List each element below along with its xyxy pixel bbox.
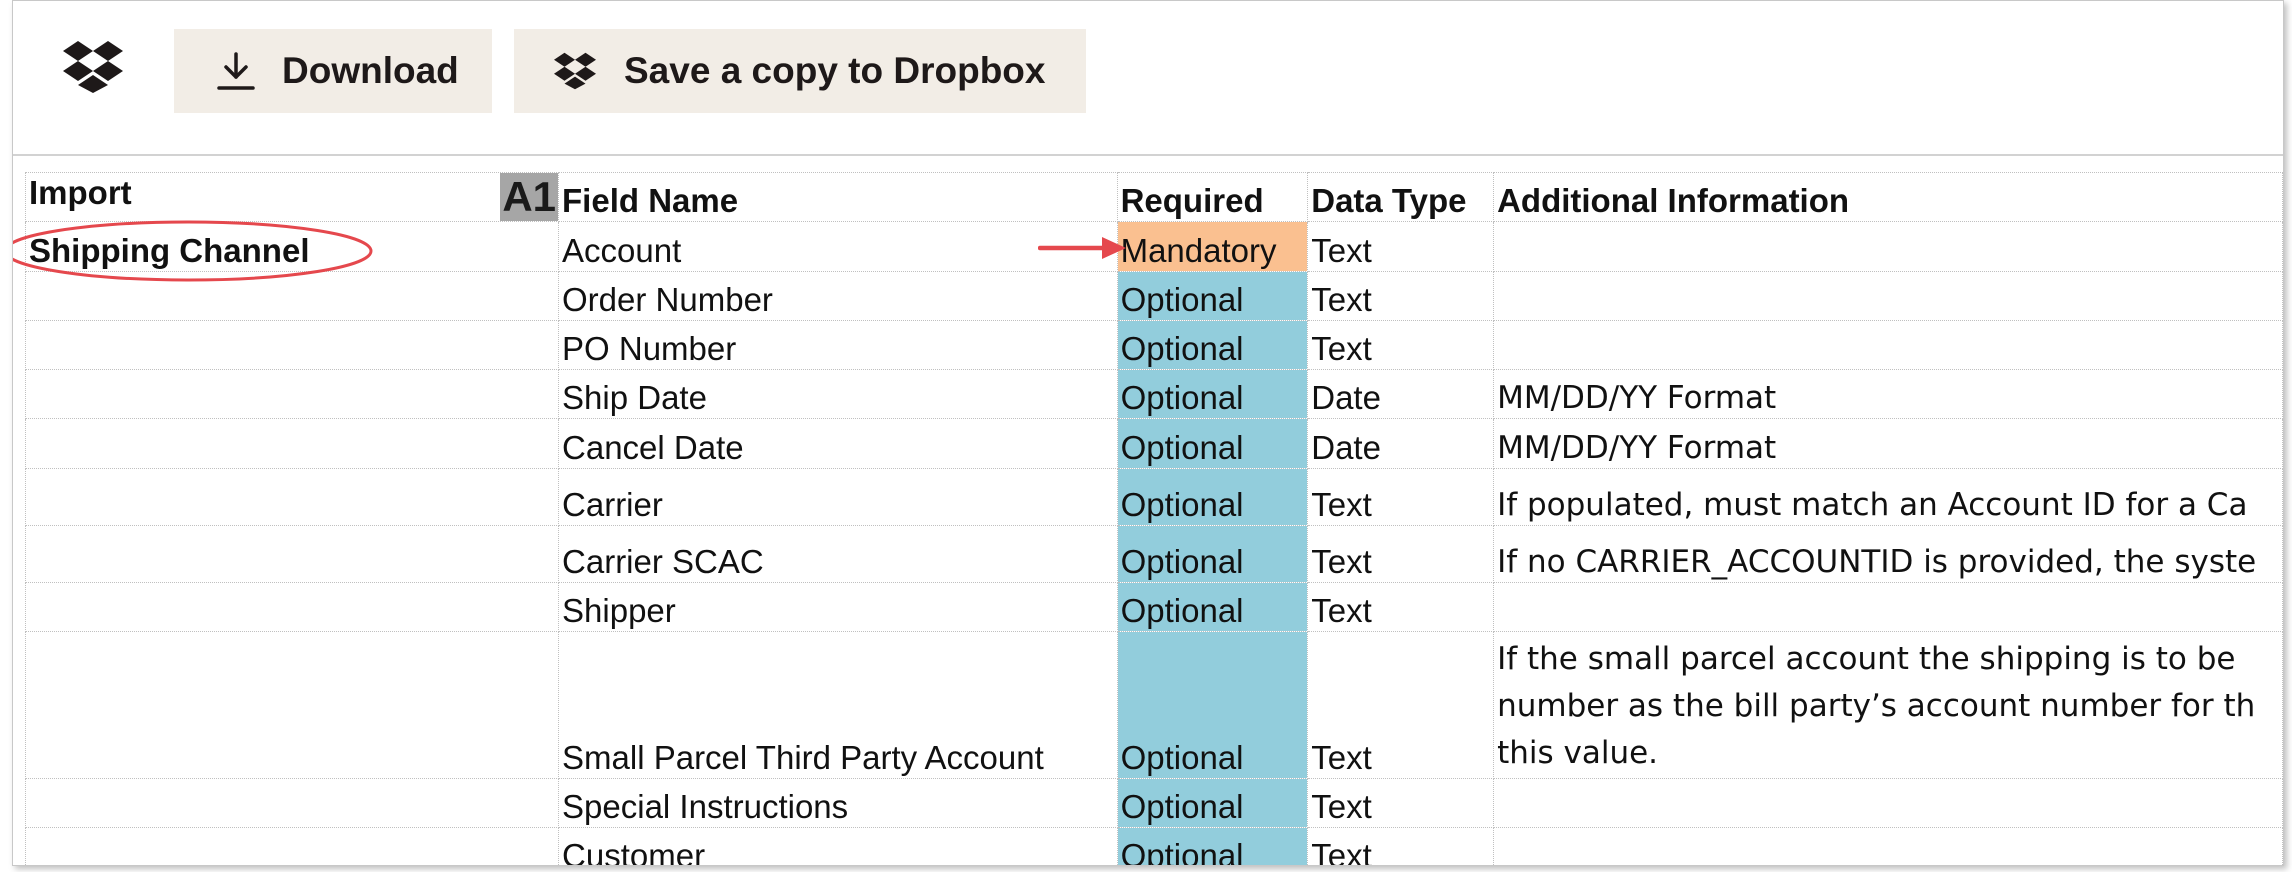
save-to-dropbox-label: Save a copy to Dropbox — [624, 50, 1046, 91]
required-cell[interactable]: Optional — [1116, 827, 1309, 865]
table-row: Customer Optional Text — [24, 827, 2283, 865]
data-type-cell[interactable]: Text — [1307, 778, 1495, 828]
table-row: PO Number Optional Text — [24, 320, 2283, 370]
dropbox-icon — [554, 52, 596, 90]
import-cell[interactable] — [24, 525, 560, 583]
download-button[interactable]: Download — [174, 29, 492, 113]
dropbox-logo-icon[interactable] — [63, 41, 123, 93]
table-row: Small Parcel Third Party Account Optiona… — [24, 631, 2283, 779]
field-name-cell[interactable]: Customer — [558, 827, 1118, 865]
header-required[interactable]: Required — [1116, 172, 1309, 222]
required-cell[interactable]: Mandatory — [1116, 221, 1309, 272]
field-name-cell[interactable]: Small Parcel Third Party Account — [558, 631, 1118, 779]
data-type-cell[interactable]: Text — [1307, 582, 1495, 632]
required-cell[interactable]: Optional — [1116, 525, 1309, 583]
spreadsheet-grid: Import A1 Field Name Required Data Type A… — [24, 172, 2283, 865]
additional-info-cell[interactable]: MM/DD/YY Format — [1493, 418, 2283, 469]
required-cell[interactable]: Optional — [1116, 418, 1309, 469]
data-type-cell[interactable]: Text — [1307, 631, 1495, 779]
data-type-cell[interactable]: Text — [1307, 221, 1495, 272]
data-type-cell[interactable]: Text — [1307, 320, 1495, 370]
additional-info-cell[interactable]: If populated, must match an Account ID f… — [1493, 468, 2283, 526]
import-cell[interactable] — [24, 369, 560, 419]
required-cell[interactable]: Optional — [1116, 631, 1309, 779]
spreadsheet-preview-window: Download Save a copy to Dropbox Import A… — [12, 0, 2284, 866]
additional-info-cell[interactable] — [1493, 271, 2283, 321]
field-name-cell[interactable]: Carrier SCAC — [558, 525, 1118, 583]
data-type-cell[interactable]: Date — [1307, 418, 1495, 469]
additional-info-cell[interactable]: MM/DD/YY Format — [1493, 369, 2283, 419]
import-cell[interactable] — [24, 582, 560, 632]
required-cell[interactable]: Optional — [1116, 778, 1309, 828]
additional-info-cell[interactable] — [1493, 221, 2283, 272]
additional-info-cell[interactable] — [1493, 827, 2283, 865]
required-cell[interactable]: Optional — [1116, 582, 1309, 632]
import-cell[interactable] — [24, 320, 560, 370]
import-cell[interactable] — [24, 468, 560, 526]
required-cell[interactable]: Optional — [1116, 271, 1309, 321]
import-cell[interactable] — [24, 418, 560, 469]
table-row: Carrier Optional Text If populated, must… — [24, 468, 2283, 526]
required-cell[interactable]: Optional — [1116, 320, 1309, 370]
data-type-cell[interactable]: Text — [1307, 525, 1495, 583]
table-row: Order Number Optional Text — [24, 271, 2283, 321]
table-row: Ship Date Optional Date MM/DD/YY Format — [24, 369, 2283, 419]
table-row: Shipping Channel Account Mandatory Text — [24, 221, 2283, 272]
field-name-cell[interactable]: Carrier — [558, 468, 1118, 526]
import-cell[interactable] — [24, 631, 560, 779]
additional-info-cell[interactable]: If no CARRIER_ACCOUNTID is provided, the… — [1493, 525, 2283, 583]
import-value-cell[interactable]: Shipping Channel — [24, 221, 560, 272]
data-type-cell[interactable]: Date — [1307, 369, 1495, 419]
preview-toolbar: Download Save a copy to Dropbox — [13, 1, 2283, 156]
header-data-type[interactable]: Data Type — [1307, 172, 1495, 222]
field-name-cell[interactable]: Cancel Date — [558, 418, 1118, 469]
additional-info-cell[interactable] — [1493, 778, 2283, 828]
data-type-cell[interactable]: Text — [1307, 271, 1495, 321]
header-import: Import — [29, 174, 132, 211]
header-additional-info[interactable]: Additional Information — [1493, 172, 2283, 222]
required-cell[interactable]: Optional — [1116, 468, 1309, 526]
download-label: Download — [282, 50, 459, 91]
field-name-cell[interactable]: Account — [558, 221, 1118, 272]
additional-info-cell[interactable] — [1493, 320, 2283, 370]
table-row: Carrier SCAC Optional Text If no CARRIER… — [24, 525, 2283, 583]
data-type-cell[interactable]: Text — [1307, 468, 1495, 526]
required-cell[interactable]: Optional — [1116, 369, 1309, 419]
additional-info-cell[interactable]: If the small parcel account the shipping… — [1493, 631, 2283, 779]
field-name-cell[interactable]: Order Number — [558, 271, 1118, 321]
field-name-cell[interactable]: Ship Date — [558, 369, 1118, 419]
table-row: Cancel Date Optional Date MM/DD/YY Forma… — [24, 418, 2283, 469]
cell-a1[interactable]: Import A1 — [24, 172, 560, 222]
save-to-dropbox-button[interactable]: Save a copy to Dropbox — [514, 29, 1086, 113]
import-cell[interactable] — [24, 271, 560, 321]
table-row: Shipper Optional Text — [24, 582, 2283, 632]
header-field-name[interactable]: Field Name — [558, 172, 1118, 222]
import-cell[interactable] — [24, 778, 560, 828]
import-cell[interactable] — [24, 827, 560, 865]
download-icon — [217, 52, 255, 90]
additional-info-cell[interactable] — [1493, 582, 2283, 632]
field-name-cell[interactable]: Shipper — [558, 582, 1118, 632]
field-name-cell[interactable]: Special Instructions — [558, 778, 1118, 828]
header-row: Import A1 Field Name Required Data Type A… — [24, 172, 2283, 222]
data-type-cell[interactable]: Text — [1307, 827, 1495, 865]
field-name-cell[interactable]: PO Number — [558, 320, 1118, 370]
cell-reference-badge: A1 — [500, 173, 558, 221]
table-row: Special Instructions Optional Text — [24, 778, 2283, 828]
